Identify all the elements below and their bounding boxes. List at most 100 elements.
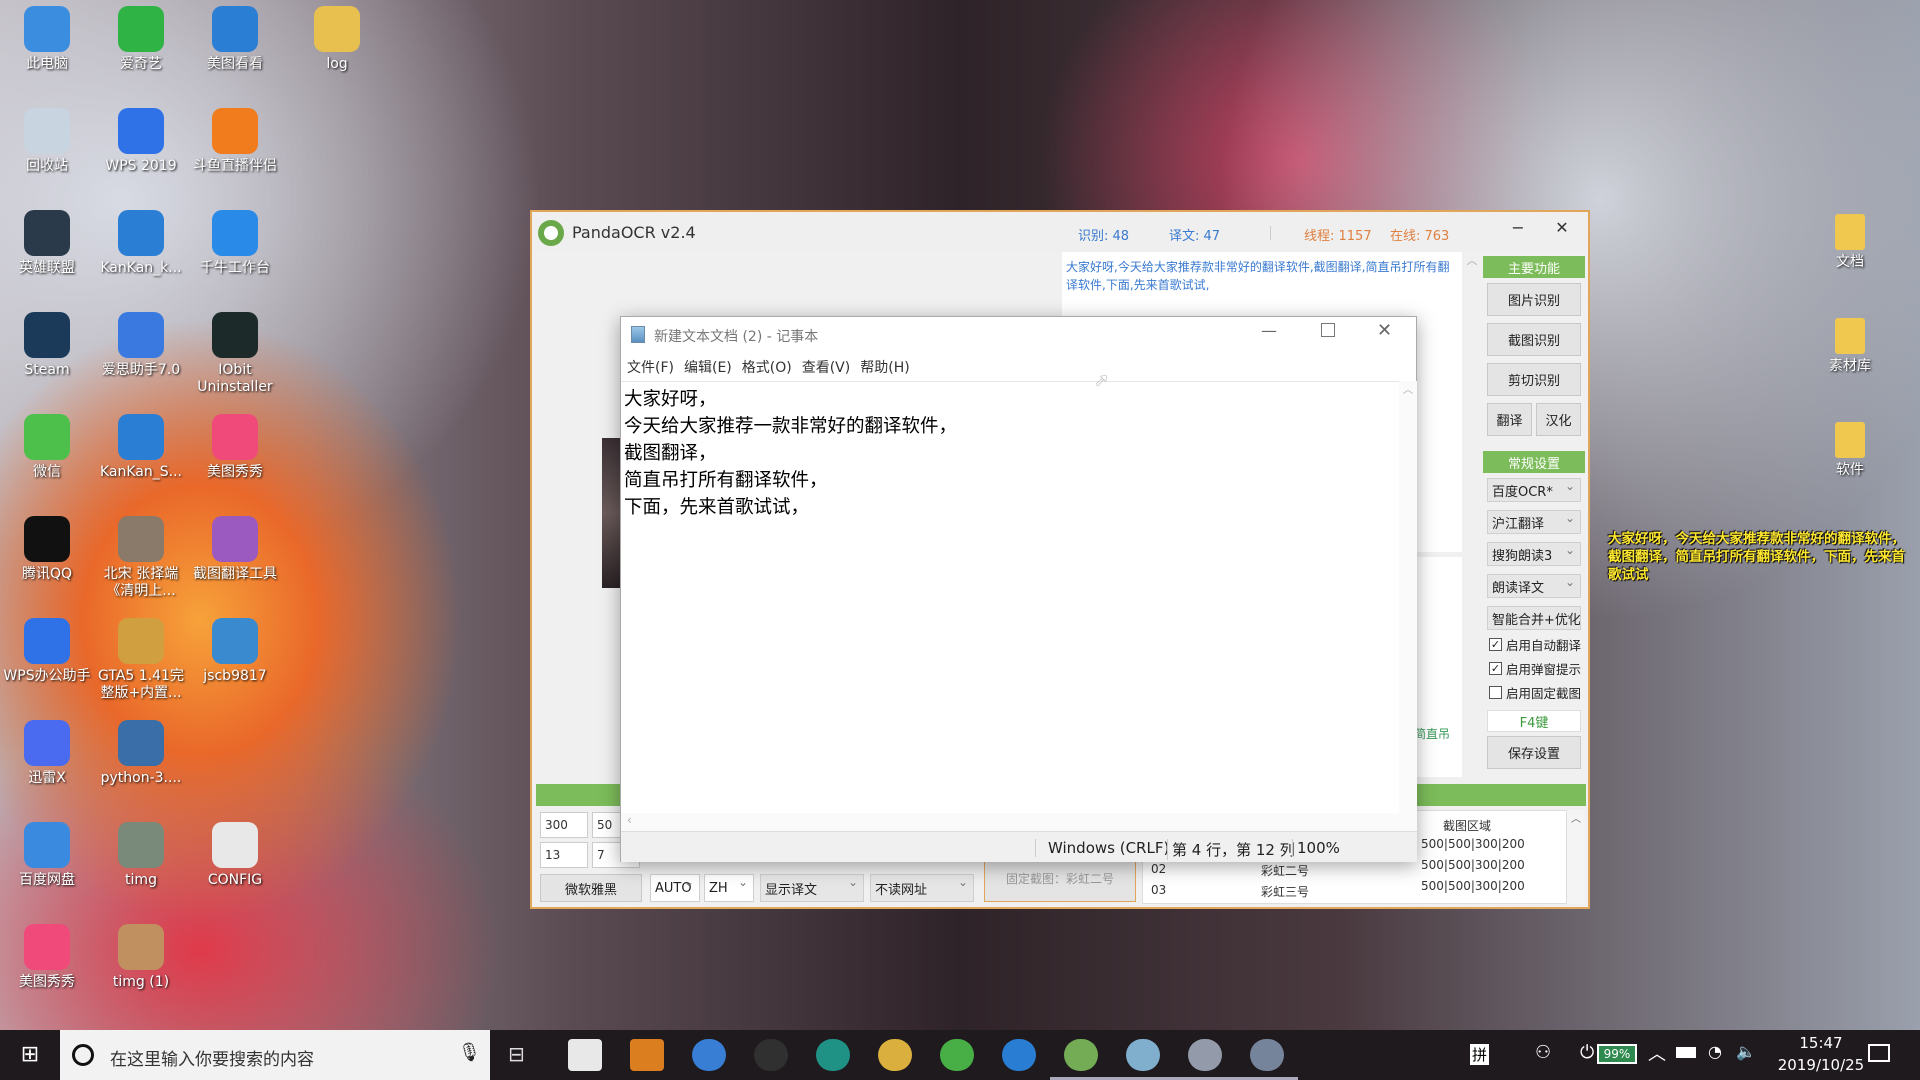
desktop-icon[interactable]: python-3.... <box>94 714 188 787</box>
menu-item[interactable]: 帮助(H) <box>860 360 909 376</box>
clock-time[interactable]: 15:47 <box>1786 1034 1856 1052</box>
desktop-icon[interactable]: 百度网盘 <box>0 816 94 889</box>
desktop-icon[interactable]: jscb9817 <box>188 612 282 685</box>
desktop-icon[interactable]: 微信 <box>0 408 94 481</box>
start-button[interactable]: ⊞ <box>12 1042 48 1068</box>
battery-icon[interactable] <box>1676 1047 1696 1058</box>
save-settings-button[interactable]: 保存设置 <box>1487 736 1581 769</box>
clock-date[interactable]: 2019/10/25 <box>1766 1056 1876 1074</box>
settings-dropdown[interactable]: 朗读译文 <box>1487 574 1581 598</box>
desktop-icon[interactable]: 回收站 <box>0 102 94 175</box>
image-ocr-button[interactable]: 图片识别 <box>1487 283 1581 316</box>
app2-icon[interactable] <box>1250 1039 1284 1071</box>
hotkey-field[interactable]: F4键 <box>1487 710 1581 732</box>
desktop-icon[interactable]: WPS 2019 <box>94 102 188 175</box>
desktop-icon-label: WPS 2019 <box>105 158 177 174</box>
field-13[interactable]: 13 <box>540 842 588 868</box>
panda-icon[interactable] <box>1064 1039 1098 1071</box>
desktop-icon[interactable]: 迅雷X <box>0 714 94 787</box>
settings-dropdown[interactable]: 沪江翻译 <box>1487 510 1581 534</box>
file-explorer-icon[interactable] <box>878 1039 912 1071</box>
desktop-icon[interactable]: IObit Uninstaller <box>188 306 282 396</box>
search-tool-icon[interactable] <box>630 1039 664 1071</box>
localize-button[interactable]: 汉化 <box>1536 403 1581 436</box>
desktop-icon[interactable]: 素材库 <box>1803 312 1897 375</box>
desktop-icon[interactable]: KanKan_S... <box>94 408 188 481</box>
desktop-icon[interactable]: 文档 <box>1803 208 1897 271</box>
l-box-icon[interactable] <box>754 1039 788 1071</box>
desktop-icon[interactable]: log <box>290 0 384 73</box>
l-app-icon[interactable] <box>692 1039 726 1071</box>
desktop-icon[interactable]: timg (1) <box>94 918 188 991</box>
desktop-icon[interactable]: GTA5 1.41完整版+内置... <box>94 612 188 702</box>
desktop-icon[interactable]: 软件 <box>1803 416 1897 479</box>
sogou-icon[interactable] <box>1002 1039 1036 1071</box>
eol-status: Windows (CRLF) <box>1035 839 1169 857</box>
cortana-mic-icon[interactable] <box>568 1039 602 1071</box>
menu-item[interactable]: 编辑(E) <box>684 360 732 376</box>
table-scrollbar[interactable]: ︿ <box>1567 810 1585 904</box>
close-button[interactable]: ✕ <box>1542 218 1582 246</box>
settings-checkbox[interactable]: ✓ 启用弹窗提示 <box>1489 659 1581 678</box>
settings-checkbox[interactable]: ✓ 启用自动翻译 <box>1489 635 1581 654</box>
settings-dropdown[interactable]: 百度OCR* <box>1487 478 1581 502</box>
maximize-button[interactable] <box>1321 323 1335 337</box>
close-button[interactable]: ✕ <box>1377 320 1392 341</box>
desktop-icon[interactable]: 北宋 张择端《清明上... <box>94 510 188 600</box>
screenshot-ocr-button[interactable]: 截图识别 <box>1487 323 1581 356</box>
battery-indicator[interactable]: 99% <box>1597 1044 1637 1064</box>
clipboard-ocr-button[interactable]: 剪切识别 <box>1487 363 1581 396</box>
display-mode-select[interactable]: 显示译文 <box>760 874 864 902</box>
app-icon <box>24 822 70 868</box>
iobit-icon[interactable] <box>816 1039 850 1071</box>
desktop-icon[interactable]: 腾讯QQ <box>0 510 94 583</box>
notification-center-icon[interactable] <box>1868 1044 1890 1062</box>
desktop-icon[interactable]: timg <box>94 816 188 889</box>
vertical-scrollbar[interactable]: ︿ <box>1399 381 1417 813</box>
menu-item[interactable]: 文件(F) <box>627 360 674 376</box>
settings-checkbox[interactable]: 启用固定截图 <box>1489 683 1581 702</box>
desktop-icon[interactable]: 斗鱼直播伴侣 <box>188 102 282 175</box>
menu-item[interactable]: 查看(V) <box>802 360 851 376</box>
source-language-select[interactable]: AUTO <box>650 874 700 902</box>
desktop-icon[interactable]: Steam <box>0 306 94 379</box>
desktop-icon[interactable]: 千牛工作台 <box>188 204 282 277</box>
menu-item[interactable]: 格式(O) <box>742 360 792 376</box>
horizontal-scrollbar[interactable]: ‹ <box>621 813 1417 831</box>
task-view-button[interactable]: ⊟ <box>508 1042 525 1066</box>
desktop-icon[interactable]: 美图看看 <box>188 0 282 73</box>
search-box[interactable]: 在这里输入你要搜索的内容 🎙 <box>60 1030 490 1080</box>
wifi-icon[interactable]: ◔ <box>1708 1042 1722 1061</box>
desktop-icon[interactable]: CONFIG <box>188 816 282 889</box>
desktop-icon[interactable]: 截图翻译工具 <box>188 510 282 583</box>
minimize-button[interactable]: — <box>1261 321 1277 340</box>
desktop-icon[interactable]: WPS办公助手 <box>0 612 94 685</box>
desktop-icon[interactable]: 爱思助手7.0 <box>94 306 188 379</box>
settings-dropdown[interactable]: 搜狗朗读3 <box>1487 542 1581 566</box>
font-button[interactable]: 微软雅黑 <box>540 874 642 902</box>
desktop-icon[interactable]: 美图秀秀 <box>0 918 94 991</box>
people-icon[interactable]: ⚇ <box>1535 1042 1551 1063</box>
settings-header: 常规设置 <box>1483 451 1585 473</box>
desktop-icon[interactable]: 英雄联盟 <box>0 204 94 277</box>
ime-indicator[interactable]: 拼 <box>1470 1044 1490 1065</box>
app-icon[interactable] <box>1188 1039 1222 1071</box>
microphone-icon[interactable]: 🎙 <box>458 1042 481 1063</box>
text-area[interactable]: 大家好呀， 今天给大家推荐一款非常好的翻译软件， 截图翻译， 简直吊打所有翻译软件， 下… <box>621 381 1399 813</box>
result-scrollbar[interactable]: ︿ <box>1462 252 1482 552</box>
read-url-select[interactable]: 不读网址 <box>870 874 974 902</box>
notepad-icon[interactable] <box>1126 1039 1160 1071</box>
target-language-select[interactable]: ZH <box>704 874 754 902</box>
show-hidden-icons-chevron-up-icon[interactable]: ︿ <box>1648 1040 1666 1066</box>
desktop-icon-label: 英雄联盟 <box>19 260 75 276</box>
minimize-button[interactable]: − <box>1498 218 1538 246</box>
translate-button[interactable]: 翻译 <box>1487 403 1532 436</box>
desktop-icon[interactable]: 爱奇艺 <box>94 0 188 73</box>
volume-icon[interactable]: 🔈 <box>1736 1042 1756 1061</box>
wechat-icon[interactable] <box>940 1039 974 1071</box>
desktop-icon[interactable]: 美图秀秀 <box>188 408 282 481</box>
desktop-icon[interactable]: 此电脑 <box>0 0 94 73</box>
desktop-icon[interactable]: KanKan_k... <box>94 204 188 277</box>
field-300[interactable]: 300 <box>540 812 588 838</box>
settings-dropdown[interactable]: 智能合并+优化 <box>1487 606 1581 630</box>
